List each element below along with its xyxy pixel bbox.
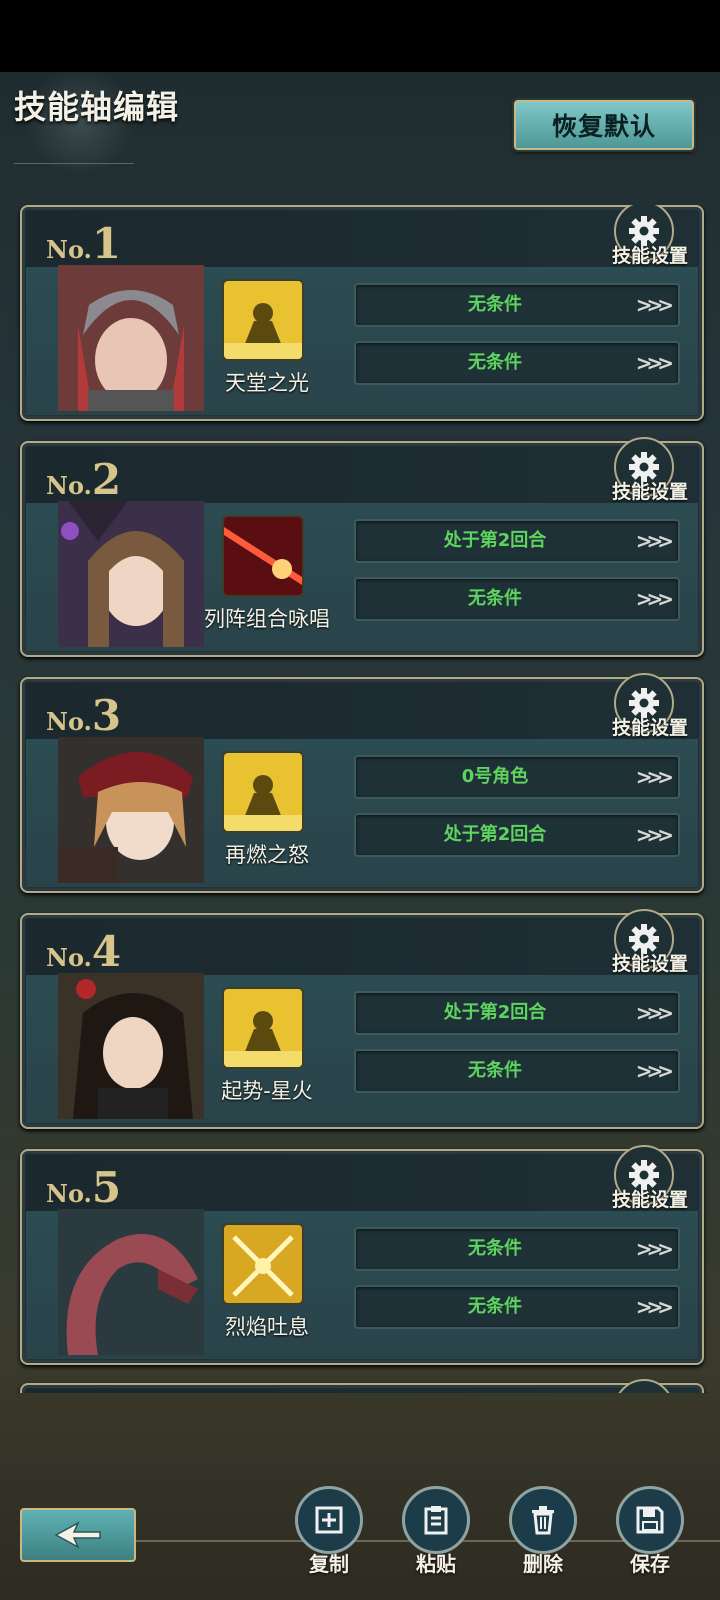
arrow-right-icon: >>> [635, 587, 674, 611]
back-button[interactable] [20, 1508, 136, 1562]
condition-1-field[interactable]: 0号角色 >>> [354, 755, 680, 799]
card-header [26, 447, 698, 503]
condition-1-field[interactable]: 处于第2回合 >>> [354, 991, 680, 1035]
condition-1-field[interactable]: 无条件 >>> [354, 1227, 680, 1271]
paste-button[interactable]: 粘贴 [401, 1486, 471, 1596]
skill-card-4: No.4 起势-星火 处于第2回合 >>> 无条件 >>> 技能设置 [20, 909, 704, 1129]
character-portrait[interactable] [58, 265, 204, 411]
skill-settings-label[interactable]: 技能设置 [612, 477, 688, 504]
skill-icon[interactable] [222, 515, 304, 597]
arrow-right-icon: >>> [635, 1237, 674, 1261]
skill-card-5: No.5 烈焰吐息 无条件 >>> 无条件 >>> 技能设置 [20, 1145, 704, 1365]
arrow-right-icon: >>> [635, 293, 674, 317]
paste-icon [402, 1486, 470, 1554]
skill-icon[interactable] [222, 987, 304, 1069]
save-label: 保存 [630, 1552, 670, 1576]
arrow-right-icon: >>> [635, 1001, 674, 1025]
card-header [26, 1389, 698, 1393]
condition-2-field[interactable]: 无条件 >>> [354, 577, 680, 621]
card-number: No.5 [46, 1163, 122, 1212]
skill-name: 列阵组合咏唱 [204, 607, 330, 631]
delete-label: 删除 [523, 1552, 563, 1576]
skill-settings-label[interactable]: 技能设置 [612, 949, 688, 976]
arrow-right-icon: >>> [635, 351, 674, 375]
skill-card-3: No.3 再燃之怒 0号角色 >>> 处于第2回合 >>> 技能设置 [20, 673, 704, 893]
skill-icon[interactable] [222, 751, 304, 833]
card-number: No.3 [46, 691, 122, 740]
back-arrow-icon [54, 1521, 101, 1549]
card-header [26, 919, 698, 975]
skill-card-6-partial [20, 1379, 704, 1393]
skill-settings-label[interactable]: 技能设置 [612, 1185, 688, 1212]
skill-card-1: No.1 天堂之光 无条件 >>> 无条件 >>> 技能设置 [20, 205, 704, 421]
arrow-right-icon: >>> [635, 823, 674, 847]
character-portrait[interactable] [58, 973, 204, 1119]
status-bar [0, 0, 720, 72]
card-header [26, 1155, 698, 1211]
skill-name: 烈焰吐息 [225, 1315, 309, 1339]
condition-2-field[interactable]: 无条件 >>> [354, 341, 680, 385]
save-icon [616, 1486, 684, 1554]
arrow-right-icon: >>> [635, 529, 674, 553]
copy-icon [295, 1486, 363, 1554]
skill-name: 天堂之光 [225, 371, 309, 395]
condition-1-field[interactable]: 无条件 >>> [354, 283, 680, 327]
card-number: No.4 [46, 927, 122, 976]
copy-label: 复制 [309, 1552, 349, 1576]
skill-settings-label[interactable]: 技能设置 [612, 241, 688, 268]
arrow-right-icon: >>> [635, 1059, 674, 1083]
condition-2-field[interactable]: 无条件 >>> [354, 1285, 680, 1329]
skill-card-2: No.2 列阵组合咏唱 处于第2回合 >>> 无条件 >>> 技能设置 [20, 437, 704, 657]
skill-name: 起势-星火 [221, 1079, 313, 1103]
skill-icon[interactable] [222, 279, 304, 361]
condition-2-field[interactable]: 无条件 >>> [354, 1049, 680, 1093]
condition-1-field[interactable]: 处于第2回合 >>> [354, 519, 680, 563]
save-button[interactable]: 保存 [615, 1486, 685, 1596]
character-portrait[interactable] [58, 501, 204, 647]
title-underline [14, 163, 134, 164]
delete-button[interactable]: 删除 [508, 1486, 578, 1596]
card-header [26, 683, 698, 739]
arrow-right-icon: >>> [635, 765, 674, 789]
arrow-right-icon: >>> [635, 1295, 674, 1319]
skill-list[interactable]: No.1 天堂之光 无条件 >>> 无条件 >>> 技能设置 No.2 列阵组合咏唱… [0, 205, 720, 1393]
card-number: No.2 [46, 455, 122, 504]
trash-icon [509, 1486, 577, 1554]
restore-default-button[interactable]: 恢复默认 [514, 100, 694, 150]
skill-icon[interactable] [222, 1223, 304, 1305]
character-portrait[interactable] [58, 737, 204, 883]
copy-button[interactable]: 复制 [294, 1486, 364, 1596]
page-title: 技能轴编辑 [14, 88, 180, 126]
card-header [26, 211, 698, 267]
skill-settings-label[interactable]: 技能设置 [612, 713, 688, 740]
character-portrait[interactable] [58, 1209, 204, 1355]
skill-name: 再燃之怒 [225, 843, 309, 867]
paste-label: 粘贴 [416, 1552, 456, 1576]
card-number: No.1 [46, 219, 122, 268]
gear-icon[interactable] [614, 1379, 674, 1393]
condition-2-field[interactable]: 处于第2回合 >>> [354, 813, 680, 857]
